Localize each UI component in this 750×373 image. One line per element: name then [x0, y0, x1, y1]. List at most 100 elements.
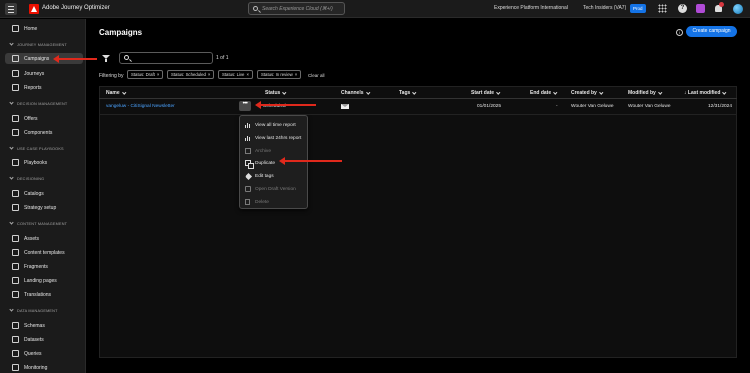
- sidebar-item-label: Campaigns: [24, 56, 50, 62]
- adobe-logo-icon[interactable]: [29, 4, 39, 14]
- sidebar-item-reports[interactable]: Reports: [5, 82, 83, 93]
- sidebar-item-fragments[interactable]: Fragments: [5, 261, 83, 272]
- info-icon[interactable]: i: [676, 29, 683, 36]
- sidebar-item-content-templates[interactable]: Content templates: [5, 247, 83, 258]
- column-header-status[interactable]: Status: [265, 89, 287, 96]
- menu-item-archive: Archive: [244, 146, 306, 157]
- filter-icon[interactable]: [102, 55, 110, 62]
- menu-item-open-draft-version: Open Draft Version: [244, 184, 306, 195]
- sidebar-section-decisioning[interactable]: DECISIONING: [10, 177, 44, 181]
- column-header-start-date[interactable]: Start date: [471, 89, 501, 96]
- sandbox-prod-badge: Prod: [630, 4, 646, 13]
- sidebar-section-decision-management[interactable]: DECISION MANAGEMENT: [10, 102, 67, 106]
- report-chart-icon: [245, 135, 251, 141]
- strategy-setup-icon: [12, 204, 19, 211]
- created-by-cell: Wouter Van Geluwe: [571, 104, 614, 109]
- sidebar-item-label: Queries: [24, 351, 42, 357]
- chevron-down-icon: [122, 89, 126, 94]
- duplicate-icon: [245, 160, 254, 169]
- filter-chip-scheduled[interactable]: Status: Scheduled ×: [167, 70, 215, 79]
- menu-item-edit-tags[interactable]: Edit tags: [244, 171, 306, 182]
- chevron-down-icon: [496, 89, 501, 94]
- column-header-label: Channels: [341, 90, 364, 96]
- reports-icon: [12, 84, 19, 91]
- filter-chip-draft[interactable]: Status: Draft ×: [127, 70, 164, 79]
- sidebar-item-label: Strategy setup: [24, 205, 57, 211]
- monitoring-icon: [12, 364, 19, 371]
- filtering-by-label: Filtering by: [99, 73, 124, 79]
- sidebar-item-offers[interactable]: Offers: [5, 113, 83, 124]
- menu-item-label: Open Draft Version: [255, 187, 296, 192]
- column-header-end-date[interactable]: End date: [530, 89, 558, 96]
- column-header-name[interactable]: Name: [106, 89, 126, 96]
- help-icon[interactable]: ?: [678, 4, 687, 13]
- feedback-icon[interactable]: [696, 4, 705, 13]
- sidebar-item-label: Monitoring: [24, 365, 48, 371]
- sidebar-item-landing-pages[interactable]: Landing pages: [5, 275, 83, 286]
- sidebar-item-catalogs[interactable]: Catalogs: [5, 188, 83, 199]
- column-header-channels[interactable]: Channels: [341, 89, 370, 96]
- sort-descending-icon: ↓: [684, 90, 687, 96]
- clear-all-filters-link[interactable]: Clear all: [308, 73, 325, 78]
- sidebar-section-data-management[interactable]: DATA MANAGEMENT: [10, 309, 58, 313]
- column-header-label: Last modified: [687, 90, 721, 96]
- sidebar-item-home[interactable]: Home: [5, 23, 83, 34]
- app-title[interactable]: Adobe Journey Optimizer: [42, 5, 110, 11]
- sidebar-item-datasets[interactable]: Datasets: [5, 334, 83, 345]
- sidebar-item-label: Content templates: [24, 250, 65, 256]
- column-header-last-modified[interactable]: ↓ Last modified: [684, 89, 727, 96]
- remove-filter-icon[interactable]: ×: [208, 72, 211, 77]
- global-search[interactable]: Search Experience Cloud (⌘+/): [248, 2, 345, 15]
- user-avatar-icon[interactable]: [733, 4, 743, 14]
- delete-icon: [245, 199, 250, 205]
- more-actions-button[interactable]: •••: [239, 101, 251, 111]
- sandbox-switcher[interactable]: Tech Insiders (VA7): [583, 5, 626, 11]
- hamburger-menu-icon[interactable]: [5, 3, 17, 15]
- table-row-divider: [99, 114, 737, 115]
- remove-filter-icon[interactable]: ×: [157, 72, 160, 77]
- sidebar-item-schemas[interactable]: Schemas: [5, 320, 83, 331]
- sidebar-item-journeys[interactable]: Journeys: [5, 68, 83, 79]
- filter-chip-label: Status: Draft: [131, 72, 155, 77]
- create-campaign-button[interactable]: Create campaign: [686, 26, 737, 37]
- menu-item-delete: Delete: [244, 197, 306, 208]
- landing-pages-icon: [12, 277, 19, 284]
- sidebar-item-components[interactable]: Components: [5, 127, 83, 138]
- sidebar-item-label: Reports: [24, 85, 42, 91]
- sidebar-section-content-management[interactable]: CONTENT MANAGEMENT: [10, 222, 67, 226]
- annotation-arrow-more-actions: [255, 101, 316, 109]
- column-header-modified-by[interactable]: Modified by: [628, 89, 662, 96]
- filter-chip-in-review[interactable]: Status: In review ×: [257, 70, 302, 79]
- sidebar-item-queries[interactable]: Queries: [5, 348, 83, 359]
- chevron-down-icon: [282, 89, 287, 94]
- sidebar-item-label: Home: [24, 26, 38, 32]
- column-header-label: End date: [530, 90, 552, 96]
- campaign-search-input[interactable]: [133, 54, 211, 63]
- remove-filter-icon[interactable]: ×: [246, 72, 249, 77]
- sidebar-item-assets[interactable]: Assets: [5, 233, 83, 244]
- column-header-tags[interactable]: Tags: [399, 89, 417, 96]
- apps-grid-icon[interactable]: [658, 4, 667, 13]
- global-search-placeholder[interactable]: Search Experience Cloud (⌘+/): [262, 6, 333, 12]
- sidebar-item-playbooks[interactable]: Playbooks: [5, 157, 83, 168]
- sidebar-section-use-case-playbooks[interactable]: USE CASE PLAYBOOKS: [10, 147, 64, 151]
- campaign-name-link[interactable]: vangeluw - CitiSignal Newsletter: [106, 104, 175, 109]
- menu-item-label: View all time report: [255, 123, 296, 128]
- queries-icon: [12, 350, 19, 357]
- menu-item-view-all-time-report[interactable]: View all time report: [244, 120, 306, 131]
- org-switcher[interactable]: Experience Platform International: [494, 5, 568, 11]
- notification-badge: [719, 2, 724, 7]
- column-header-label: Tags: [399, 90, 411, 96]
- sidebar-item-strategy-setup[interactable]: Strategy setup: [5, 202, 83, 213]
- filter-chip-live[interactable]: Status: Live ×: [218, 70, 253, 79]
- column-header-label: Status: [265, 90, 281, 96]
- sidebar-item-monitoring[interactable]: Monitoring: [5, 362, 83, 373]
- menu-item-view-last-24hrs-report[interactable]: View last 24hrs report: [244, 133, 306, 144]
- sidebar-section-journey-management[interactable]: JOURNEY MANAGEMENT: [10, 43, 67, 47]
- remove-filter-icon[interactable]: ×: [295, 72, 298, 77]
- column-header-created-by[interactable]: Created by: [571, 89, 603, 96]
- menu-item-label: Duplicate: [255, 161, 275, 166]
- sidebar-item-label: Landing pages: [24, 278, 57, 284]
- campaign-search[interactable]: [119, 52, 213, 64]
- sidebar-item-translations[interactable]: Translations: [5, 289, 83, 300]
